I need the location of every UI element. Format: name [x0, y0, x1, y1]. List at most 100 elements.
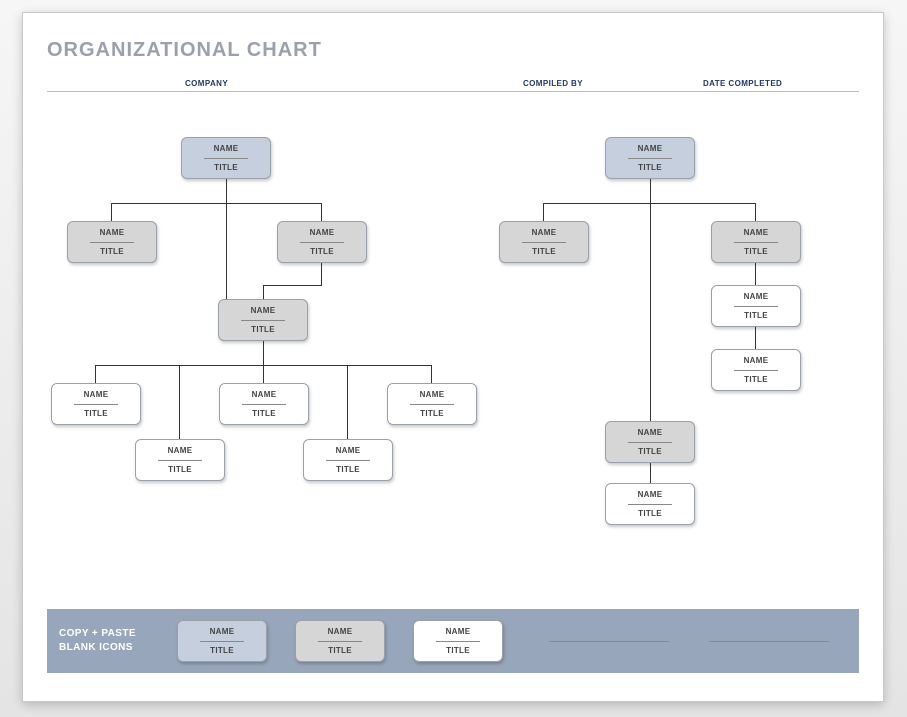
node-sep [628, 158, 672, 159]
node-name: NAME [214, 143, 239, 155]
node-title: TITLE [251, 324, 275, 336]
connector [111, 203, 112, 221]
connector [755, 203, 756, 221]
node-sep [436, 641, 480, 642]
node-name: NAME [532, 227, 557, 239]
node-name: NAME [420, 389, 445, 401]
node-sep [628, 442, 672, 443]
node-title: TITLE [84, 408, 108, 420]
footer-sample-blue[interactable]: NAME TITLE [177, 620, 267, 662]
node-title: TITLE [638, 508, 662, 520]
node-title: TITLE [638, 446, 662, 458]
connector [226, 179, 227, 203]
connector [263, 285, 264, 299]
node-left-g5[interactable]: NAME TITLE [303, 439, 393, 481]
node-title: TITLE [638, 162, 662, 174]
node-sep [318, 641, 362, 642]
node-name: NAME [744, 227, 769, 239]
node-sep [734, 370, 778, 371]
node-right-child-2[interactable]: NAME TITLE [711, 221, 801, 263]
node-left-root[interactable]: NAME TITLE [181, 137, 271, 179]
node-right-root[interactable]: NAME TITLE [605, 137, 695, 179]
node-sep [158, 460, 202, 461]
node-name: NAME [638, 489, 663, 501]
node-sep [90, 242, 134, 243]
node-title: TITLE [210, 645, 234, 657]
connector [755, 327, 756, 349]
connector [95, 365, 96, 383]
node-title: TITLE [446, 645, 470, 657]
node-title: TITLE [744, 246, 768, 258]
footer-label-line2: BLANK ICONS [59, 642, 133, 653]
node-name: NAME [328, 626, 353, 638]
connector [431, 365, 432, 383]
node-left-child-1[interactable]: NAME TITLE [67, 221, 157, 263]
connector [226, 237, 227, 299]
connector [321, 263, 322, 285]
node-name: NAME [168, 445, 193, 457]
node-name: NAME [84, 389, 109, 401]
node-right-low[interactable]: NAME TITLE [605, 421, 695, 463]
node-title: TITLE [420, 408, 444, 420]
node-left-g1[interactable]: NAME TITLE [51, 383, 141, 425]
node-title: TITLE [214, 162, 238, 174]
connector [543, 203, 755, 204]
header-compiled-label: COMPILED BY [523, 79, 583, 88]
node-sep [242, 404, 286, 405]
node-title: TITLE [532, 246, 556, 258]
node-right-w2[interactable]: NAME TITLE [711, 349, 801, 391]
node-title: TITLE [336, 464, 360, 476]
footer-sample-grey[interactable]: NAME TITLE [295, 620, 385, 662]
node-name: NAME [310, 227, 335, 239]
node-name: NAME [336, 445, 361, 457]
node-title: TITLE [328, 645, 352, 657]
node-left-g4[interactable]: NAME TITLE [135, 439, 225, 481]
node-right-bottom[interactable]: NAME TITLE [605, 483, 695, 525]
header-date-label: DATE COMPLETED [703, 79, 782, 88]
connector [755, 263, 756, 285]
node-sep [300, 242, 344, 243]
node-right-child-1[interactable]: NAME TITLE [499, 221, 589, 263]
connector [263, 285, 322, 286]
node-name: NAME [638, 427, 663, 439]
footer-sample-white[interactable]: NAME TITLE [413, 620, 503, 662]
connector [263, 341, 264, 365]
node-sep [522, 242, 566, 243]
node-sep [734, 306, 778, 307]
connector [650, 179, 651, 203]
node-name: NAME [744, 291, 769, 303]
footer-placeholder-line-2 [709, 641, 829, 642]
node-sep [326, 460, 370, 461]
node-title: TITLE [100, 246, 124, 258]
connector [179, 365, 180, 439]
node-sep [241, 320, 285, 321]
node-sep [204, 158, 248, 159]
node-title: TITLE [744, 310, 768, 322]
node-name: NAME [100, 227, 125, 239]
connector [650, 203, 651, 421]
connector [263, 365, 264, 383]
node-title: TITLE [310, 246, 334, 258]
connector [226, 203, 227, 237]
node-sep [628, 504, 672, 505]
header-company-label: COMPANY [185, 79, 228, 88]
connector [111, 203, 321, 204]
node-left-g2[interactable]: NAME TITLE [219, 383, 309, 425]
node-left-g3[interactable]: NAME TITLE [387, 383, 477, 425]
connector [650, 463, 651, 483]
node-name: NAME [252, 389, 277, 401]
node-name: NAME [744, 355, 769, 367]
node-name: NAME [638, 143, 663, 155]
node-sep [200, 641, 244, 642]
footer-label-line1: COPY + PASTE [59, 628, 136, 639]
node-right-w1[interactable]: NAME TITLE [711, 285, 801, 327]
node-left-mid[interactable]: NAME TITLE [218, 299, 308, 341]
connector [347, 365, 348, 439]
page: ORGANIZATIONAL CHART COMPANY COMPILED BY… [22, 12, 884, 702]
node-sep [74, 404, 118, 405]
page-title: ORGANIZATIONAL CHART [47, 39, 322, 62]
node-title: TITLE [744, 374, 768, 386]
connector [543, 203, 544, 221]
node-left-child-2[interactable]: NAME TITLE [277, 221, 367, 263]
node-title: TITLE [168, 464, 192, 476]
